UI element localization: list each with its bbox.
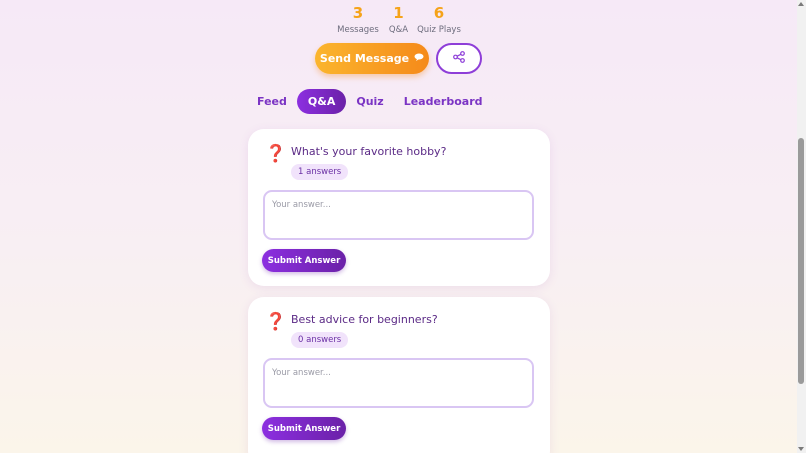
send-message-button[interactable]: Send Message — [315, 43, 429, 74]
question-card: ❓ Best advice for beginners? 0 answers S… — [248, 297, 550, 453]
stat-qa-value: 1 — [393, 4, 404, 22]
stat-messages: 3 Messages — [336, 4, 381, 35]
share-icon — [453, 51, 465, 66]
question-mark-icon: ❓ — [265, 144, 287, 164]
question-text: What's your favorite hobby? — [291, 145, 447, 158]
tab-qa[interactable]: Q&A — [296, 89, 347, 114]
answer-count-badge: 0 answers — [291, 332, 349, 348]
question-mark-icon: ❓ — [265, 312, 287, 332]
scroll-thumb[interactable] — [798, 138, 804, 384]
stat-messages-value: 3 — [352, 4, 364, 22]
send-message-label: Send Message — [319, 52, 410, 65]
profile-stats: 3 Messages 1 Q&A 6 Quiz Plays — [0, 4, 797, 35]
tab-leaderboard[interactable]: Leaderboard — [394, 89, 493, 114]
stat-messages-label: Messages — [337, 25, 379, 35]
stat-qa-label: Q&A — [388, 25, 409, 35]
share-button[interactable] — [436, 43, 482, 74]
question-card: ❓ What's your favorite hobby? 1 answers … — [248, 129, 550, 286]
page-scrollbar[interactable] — [797, 0, 806, 453]
answer-input[interactable] — [263, 358, 534, 408]
tab-feed[interactable]: Feed — [247, 89, 297, 114]
scroll-up-arrow-icon[interactable] — [798, 2, 804, 6]
speech-bubble-icon — [414, 53, 424, 64]
submit-answer-button[interactable]: Submit Answer — [262, 249, 346, 272]
answer-count-badge: 1 answers — [291, 164, 349, 180]
profile-tabs: Feed Q&A Quiz Leaderboard — [247, 89, 493, 114]
stat-quiz-plays-value: 6 — [433, 4, 445, 22]
stat-quiz-plays-label: Quiz Plays — [417, 25, 461, 35]
stat-quiz-plays: 6 Quiz Plays — [417, 4, 462, 35]
stat-qa: 1 Q&A — [381, 4, 417, 35]
answer-input[interactable] — [263, 190, 534, 240]
tab-quiz[interactable]: Quiz — [346, 89, 393, 114]
scroll-down-arrow-icon[interactable] — [798, 447, 804, 451]
question-text: Best advice for beginners? — [291, 313, 438, 326]
submit-answer-button[interactable]: Submit Answer — [262, 417, 346, 440]
